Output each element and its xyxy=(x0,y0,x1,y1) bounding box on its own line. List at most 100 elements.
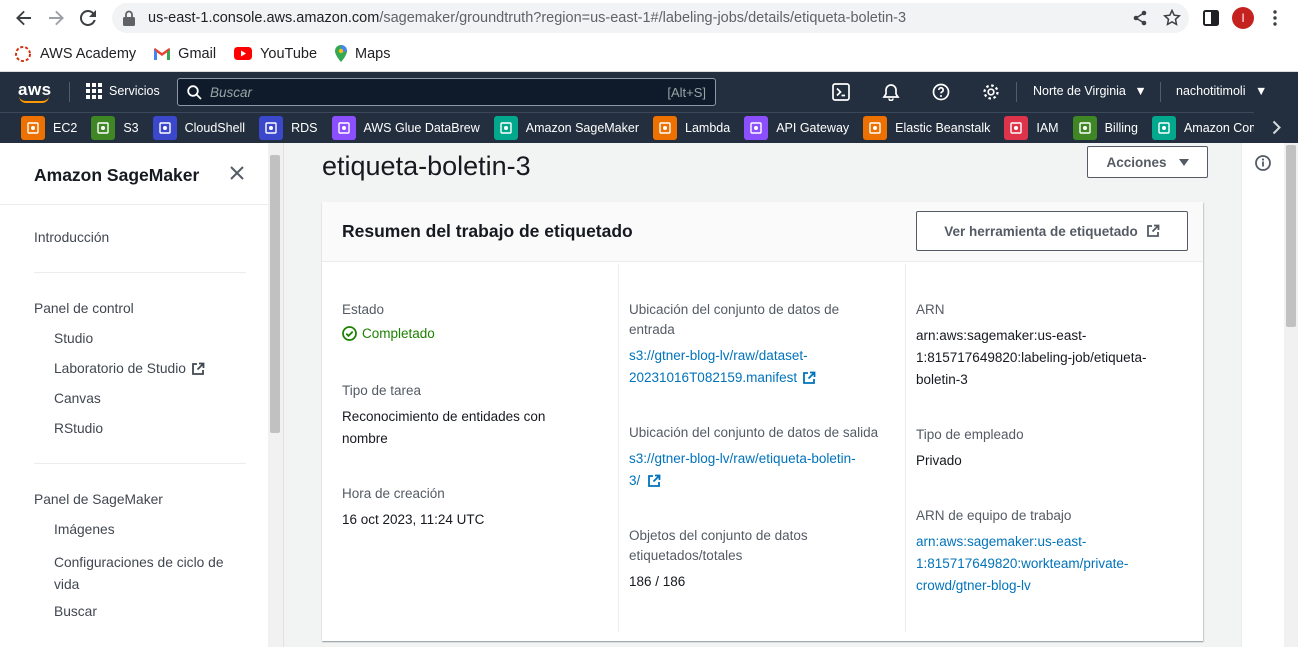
sidebar-item-canvas[interactable]: Canvas xyxy=(54,391,101,406)
search-input[interactable]: Buscar [Alt+S] xyxy=(177,78,716,106)
service-icon xyxy=(21,116,45,140)
sidebar-item-imagenes[interactable]: Imágenes xyxy=(54,522,115,537)
external-link-icon xyxy=(191,362,205,376)
bookmark-maps[interactable]: Maps xyxy=(335,45,391,62)
profile-avatar[interactable]: I xyxy=(1232,7,1254,29)
sidebar-item-rstudio[interactable]: RStudio xyxy=(54,421,103,436)
browser-toolbar: us-east-1.console.aws.amazon.com/sagemak… xyxy=(0,0,1298,36)
objetos-value: 186 / 186 xyxy=(629,574,686,589)
bookmark-label: Maps xyxy=(355,45,391,62)
bookmark-label: AWS Academy xyxy=(40,45,137,62)
region-label: Norte de Virginia xyxy=(1033,84,1126,98)
youtube-icon xyxy=(234,47,253,60)
aws-top-nav: aws Servicios Buscar [Alt+S] Norte de Vi… xyxy=(0,72,1298,112)
favorites-bar: EC2 S3 CloudShell RDS AWS Glue DataBrew Amazo… xyxy=(0,112,1298,143)
back-arrow-icon[interactable] xyxy=(9,3,39,33)
services-menu-button[interactable]: Servicios xyxy=(86,83,160,99)
favorite-label: RDS xyxy=(291,121,318,135)
site-info-icon[interactable] xyxy=(122,10,136,26)
bookmark-gmail[interactable]: Gmail xyxy=(154,46,216,62)
help-icon[interactable] xyxy=(931,82,951,102)
bookmark-star-icon[interactable] xyxy=(1162,8,1182,32)
chevron-right-icon[interactable] xyxy=(1254,112,1298,143)
side-panel-icon[interactable] xyxy=(1203,10,1219,31)
notifications-bell-icon[interactable] xyxy=(881,82,901,102)
favorite-api-gateway[interactable]: API Gateway xyxy=(744,116,849,140)
share-icon[interactable] xyxy=(1132,10,1148,31)
address-bar[interactable]: us-east-1.console.aws.amazon.com/sagemak… xyxy=(112,3,1189,33)
hora-creacion-value: 16 oct 2023, 11:24 UTC xyxy=(342,512,485,527)
url-path: /sagemaker/groundtruth?region=us-east-1#… xyxy=(379,10,907,26)
page-scrollbar-thumb[interactable] xyxy=(1286,145,1296,327)
sidebar-item-lab-studio[interactable]: Laboratorio de Studio xyxy=(54,361,205,376)
favorite-label: Amazon SageMaker xyxy=(525,121,640,135)
favorite-billing[interactable]: Billing xyxy=(1072,116,1138,140)
caret-down-icon: ▼ xyxy=(1254,84,1268,98)
favorite-rds[interactable]: RDS xyxy=(259,116,318,140)
arn-value: arn:aws:sagemaker:us-east- 1:81571764982… xyxy=(916,325,1146,391)
favorite-label: Elastic Beanstalk xyxy=(895,121,991,135)
favorite-amazon-sagemaker[interactable]: Amazon SageMaker xyxy=(493,116,640,140)
reload-icon[interactable] xyxy=(73,3,103,33)
favorite-lambda[interactable]: Lambda xyxy=(653,116,730,140)
sidebar-section-panel-control[interactable]: Panel de control xyxy=(34,301,134,316)
info-icon[interactable] xyxy=(1255,155,1271,176)
favorite-cloudshell[interactable]: CloudShell xyxy=(152,116,246,140)
service-icon xyxy=(259,116,284,140)
view-labeling-tool-button[interactable]: Ver herramienta de etiquetado xyxy=(916,211,1188,251)
favorite-elastic-beanstalk[interactable]: Elastic Beanstalk xyxy=(863,116,990,140)
account-menu[interactable]: nachotitimoli ▼ xyxy=(1176,84,1267,98)
favorite-iam[interactable]: IAM xyxy=(1004,116,1059,140)
entrada-link[interactable]: s3://gtner-blog-lv/raw/dataset- 20231016… xyxy=(629,345,816,389)
grid-icon xyxy=(86,83,102,99)
equipo-link[interactable]: arn:aws:sagemaker:us-east- 1:81571764982… xyxy=(916,531,1128,597)
objetos-label: Objetos del conjunto de datos etiquetado… xyxy=(629,526,808,566)
sidebar-item-studio[interactable]: Studio xyxy=(54,331,93,346)
status-text: Completado xyxy=(362,326,435,341)
link-line: crowd/gtner-blog-lv xyxy=(916,578,1031,593)
sidebar-item-buscar[interactable]: Buscar xyxy=(54,604,97,619)
aws-logo[interactable]: aws xyxy=(18,80,52,103)
service-icon xyxy=(152,116,177,140)
aws-smile-icon xyxy=(19,96,49,103)
settings-gear-icon[interactable] xyxy=(981,82,1001,102)
sidebar-item-label: Laboratorio de Studio xyxy=(54,361,186,376)
salida-link[interactable]: s3://gtner-blog-lv/raw/etiqueta-boletin-… xyxy=(629,448,856,492)
divider xyxy=(0,204,268,205)
region-selector[interactable]: Norte de Virginia ▼ xyxy=(1033,84,1147,98)
service-icon xyxy=(744,116,769,140)
equipo-label: ARN de equipo de trabajo xyxy=(916,508,1072,523)
close-icon[interactable] xyxy=(229,165,247,183)
sidebar-item-label: vida xyxy=(54,577,80,592)
check-circle-icon xyxy=(342,326,357,341)
tipo-tarea-value: Reconocimiento de entidades con nombre xyxy=(342,406,545,450)
external-link-icon xyxy=(647,474,661,488)
card-title: Resumen del trabajo de etiquetado xyxy=(342,221,633,241)
sidebar-title[interactable]: Amazon SageMaker xyxy=(34,165,199,186)
link-line: 3/ xyxy=(629,473,641,488)
actions-label: Acciones xyxy=(1106,154,1167,170)
link-line: s3://gtner-blog-lv/raw/dataset- xyxy=(629,348,808,363)
cloudshell-icon[interactable] xyxy=(831,82,851,102)
favorite-aws-glue-databrew[interactable]: AWS Glue DataBrew xyxy=(331,116,480,140)
bookmark-aws-academy[interactable]: AWS Academy xyxy=(14,45,136,63)
label-line: entrada xyxy=(629,322,675,337)
account-label: nachotitimoli xyxy=(1176,84,1246,98)
sidebar-scrollbar-thumb[interactable] xyxy=(270,155,280,433)
sidebar-item-introduccion[interactable]: Introducción xyxy=(34,230,109,245)
forward-arrow-icon[interactable] xyxy=(41,3,71,33)
favorite-s3[interactable]: S3 xyxy=(91,116,139,140)
divider xyxy=(34,463,246,464)
search-placeholder: Buscar xyxy=(210,84,253,100)
actions-dropdown-button[interactable]: Acciones xyxy=(1087,146,1208,178)
service-icon xyxy=(863,116,888,140)
bookmark-youtube[interactable]: YouTube xyxy=(234,46,317,62)
service-icon xyxy=(91,116,116,140)
bookmarks-bar: AWS Academy Gmail YouTube Maps xyxy=(0,36,1298,72)
browser-menu-icon[interactable] xyxy=(1273,10,1277,31)
sidebar-section-panel-sagemaker[interactable]: Panel de SageMaker xyxy=(34,492,163,507)
caret-down-icon: ▼ xyxy=(1134,84,1147,98)
sidebar-item-configuraciones[interactable]: Configuraciones de ciclo de vida xyxy=(54,552,224,596)
favorite-label: CloudShell xyxy=(184,121,246,135)
favorite-ec2[interactable]: EC2 xyxy=(21,116,77,140)
